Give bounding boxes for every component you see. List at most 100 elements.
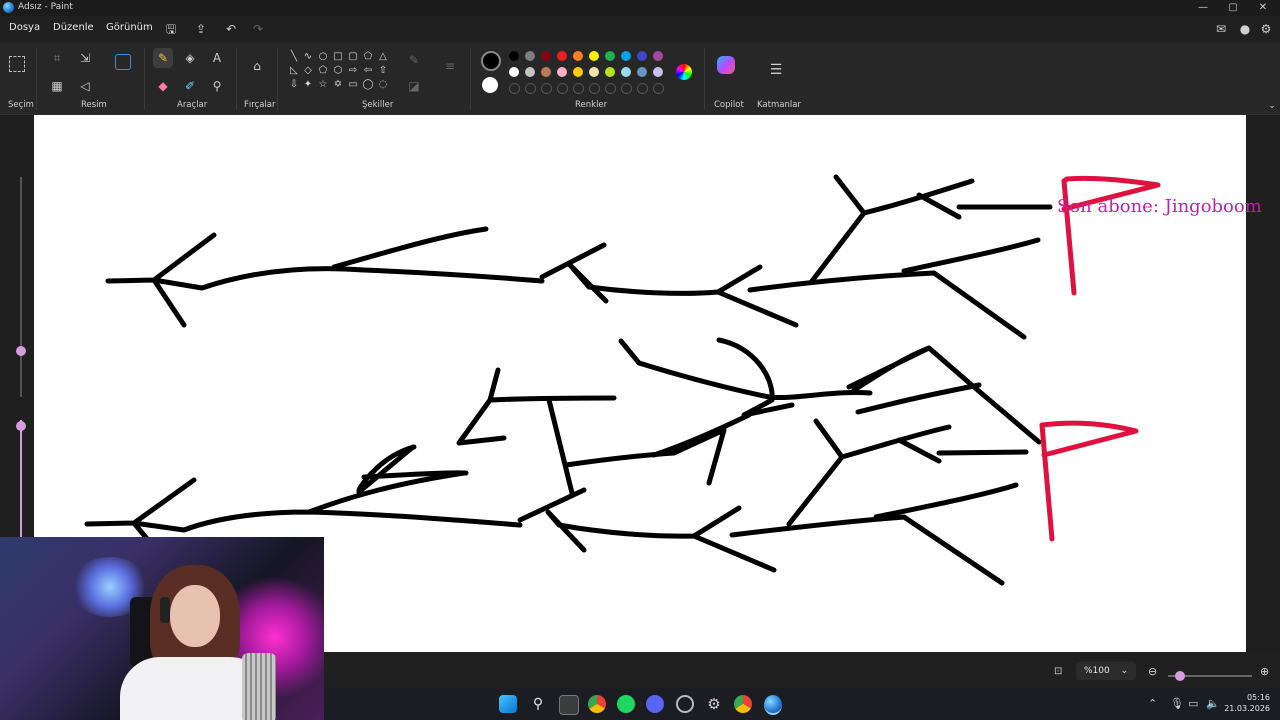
image-ai-icon[interactable]: [115, 54, 131, 70]
spotify-icon[interactable]: [617, 695, 635, 713]
obs-icon[interactable]: [676, 695, 694, 713]
background-remove-icon[interactable]: ▦: [47, 76, 67, 96]
zoom-slider-thumb[interactable]: [1175, 671, 1185, 681]
chevron-up-icon[interactable]: ⌃: [1148, 697, 1157, 710]
color-swatch[interactable]: [541, 67, 551, 77]
magnifier-icon[interactable]: ⚲: [207, 76, 227, 96]
custom-color-slot[interactable]: [573, 83, 584, 94]
network-icon[interactable]: ▭: [1188, 697, 1198, 710]
callout-rect-shape-icon[interactable]: ▭: [346, 78, 360, 91]
pentagon-shape-icon[interactable]: ⬠: [316, 64, 330, 77]
clock[interactable]: 05:16 21.03.2026: [1224, 692, 1270, 714]
edit-colors-icon[interactable]: [676, 64, 692, 80]
color-swatch[interactable]: [573, 51, 583, 61]
volume-icon[interactable]: 🔈: [1206, 697, 1220, 710]
collapse-ribbon-icon[interactable]: ⌄: [1262, 96, 1280, 116]
color-swatch[interactable]: [621, 67, 631, 77]
color-swatch[interactable]: [621, 51, 631, 61]
pencil-icon[interactable]: ✎: [153, 48, 173, 68]
task-view-icon[interactable]: [559, 695, 579, 715]
discord-icon[interactable]: [646, 695, 664, 713]
custom-color-slot[interactable]: [653, 83, 664, 94]
right-triangle-shape-icon[interactable]: ◺: [287, 64, 301, 77]
menu-file[interactable]: Dosya: [9, 22, 40, 33]
opacity-slider-thumb[interactable]: [16, 421, 26, 431]
rounded-rectangle-shape-icon[interactable]: ▢: [346, 50, 360, 63]
rotate-icon[interactable]: ◁: [75, 76, 95, 96]
arrow-right-shape-icon[interactable]: ⇨: [346, 64, 360, 77]
color-swatch[interactable]: [557, 67, 567, 77]
zoom-out-icon[interactable]: ⊖: [1148, 665, 1157, 678]
zoom-in-icon[interactable]: ⊕: [1260, 665, 1269, 678]
secondary-color-swatch[interactable]: [482, 77, 498, 93]
chrome-profile-icon[interactable]: [734, 695, 752, 713]
stroke-size-icon[interactable]: ≡: [440, 56, 460, 76]
callout-cloud-shape-icon[interactable]: ◌: [376, 78, 390, 91]
zoom-select[interactable]: %100 ⌄: [1076, 662, 1136, 680]
opacity-slider-track[interactable]: [20, 420, 22, 540]
curve-shape-icon[interactable]: ∿: [301, 50, 315, 63]
custom-color-slot[interactable]: [589, 83, 600, 94]
color-swatch[interactable]: [605, 67, 615, 77]
color-swatch[interactable]: [557, 51, 567, 61]
oval-shape-icon[interactable]: ○: [316, 50, 330, 63]
fit-to-window-icon[interactable]: ⊡: [1054, 666, 1062, 677]
close-button[interactable]: ✕: [1248, 0, 1278, 16]
star-six-shape-icon[interactable]: ✡: [331, 78, 345, 91]
microphone-icon[interactable]: 🎙: [1170, 697, 1184, 710]
color-swatch[interactable]: [589, 51, 599, 61]
callout-oval-shape-icon[interactable]: ◯: [361, 78, 375, 91]
crop-icon[interactable]: ⌗: [47, 48, 67, 68]
start-icon[interactable]: [499, 695, 517, 713]
custom-color-slot[interactable]: [541, 83, 552, 94]
diamond-shape-icon[interactable]: ◇: [301, 64, 315, 77]
color-swatch[interactable]: [653, 67, 663, 77]
color-swatch[interactable]: [605, 51, 615, 61]
custom-color-slot[interactable]: [557, 83, 568, 94]
stroke-size-slider-track[interactable]: [20, 177, 22, 397]
color-picker-icon[interactable]: ✐: [180, 76, 200, 96]
color-swatch[interactable]: [509, 67, 519, 77]
color-swatch[interactable]: [637, 51, 647, 61]
color-swatch[interactable]: [541, 51, 551, 61]
share-icon[interactable]: ⇪: [192, 20, 210, 38]
polygon-shape-icon[interactable]: ⬠: [361, 50, 375, 63]
hexagon-shape-icon[interactable]: ⬡: [331, 64, 345, 77]
arrow-down-shape-icon[interactable]: ⇩: [287, 78, 301, 91]
custom-color-slot[interactable]: [621, 83, 632, 94]
minimize-button[interactable]: —: [1188, 0, 1218, 16]
paint-taskbar-icon[interactable]: [764, 695, 782, 715]
undo-icon[interactable]: ↶: [222, 20, 240, 38]
color-swatch[interactable]: [525, 67, 535, 77]
custom-color-slot[interactable]: [605, 83, 616, 94]
triangle-shape-icon[interactable]: △: [376, 50, 390, 63]
search-icon[interactable]: ⚲: [529, 695, 547, 713]
settings-app-icon[interactable]: ⚙: [705, 695, 723, 713]
arrow-up-shape-icon[interactable]: ⇧: [376, 64, 390, 77]
outline-icon[interactable]: ✎: [404, 50, 424, 70]
redo-icon[interactable]: ↷: [249, 20, 267, 38]
fill-icon[interactable]: ◈: [180, 48, 200, 68]
menu-view[interactable]: Görünüm: [106, 22, 153, 33]
stroke-size-slider-thumb[interactable]: [16, 346, 26, 356]
maximize-button[interactable]: ▢: [1218, 0, 1248, 16]
star-five-shape-icon[interactable]: ☆: [316, 78, 330, 91]
custom-color-slot[interactable]: [637, 83, 648, 94]
color-swatch[interactable]: [637, 67, 647, 77]
account-icon[interactable]: ●: [1236, 20, 1254, 38]
chrome-icon[interactable]: [588, 695, 606, 713]
layers-icon[interactable]: ☰: [766, 60, 786, 80]
primary-color-swatch[interactable]: [481, 51, 501, 71]
save-icon[interactable]: 🖫: [162, 20, 180, 38]
star-four-shape-icon[interactable]: ✦: [301, 78, 315, 91]
color-swatch[interactable]: [509, 51, 519, 61]
shape-fill-icon[interactable]: ◪: [404, 76, 424, 96]
color-swatch[interactable]: [653, 51, 663, 61]
arrow-left-shape-icon[interactable]: ⇦: [361, 64, 375, 77]
settings-icon[interactable]: ⚙: [1257, 20, 1275, 38]
color-swatch[interactable]: [573, 67, 583, 77]
menu-edit[interactable]: Düzenle: [53, 22, 94, 33]
eraser-icon[interactable]: ◆: [153, 76, 173, 96]
feedback-icon[interactable]: ✉: [1212, 20, 1230, 38]
resize-icon[interactable]: ⇲: [75, 48, 95, 68]
